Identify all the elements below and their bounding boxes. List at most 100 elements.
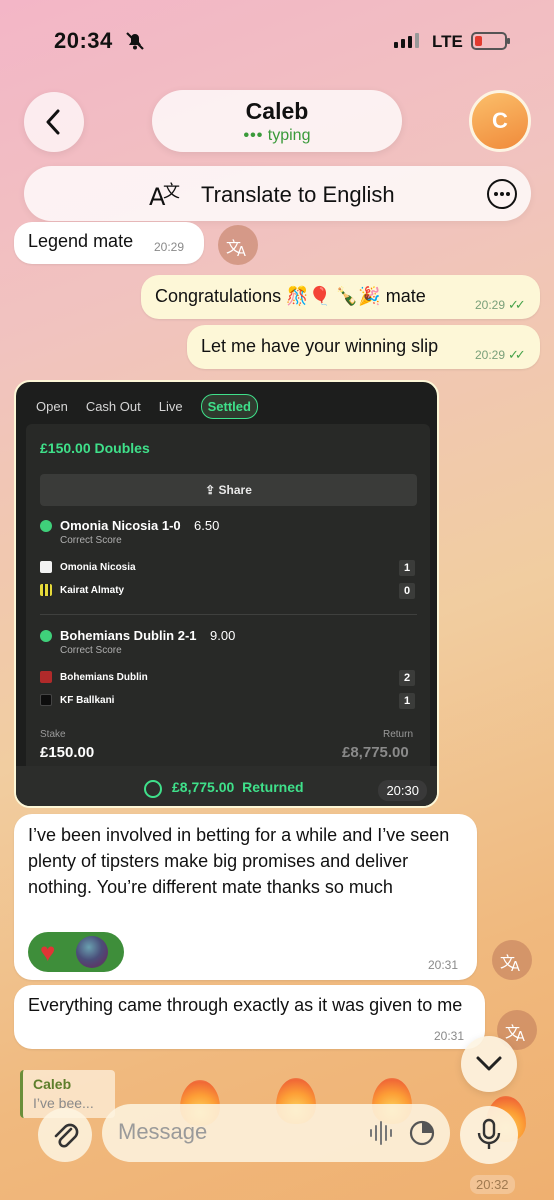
translate-icon: 文A [226, 238, 246, 257]
slip-title: £150.00 Doubles [40, 440, 150, 456]
team-score: 1 [399, 693, 415, 709]
returned-text: £8,775.00 Returned [172, 779, 304, 795]
check-circle-icon [144, 780, 162, 798]
waveform-icon[interactable] [368, 1120, 396, 1146]
check-icon [40, 630, 52, 642]
back-chevron-icon [46, 109, 60, 135]
leg-title: Bohemians Dublin 2-1 [60, 628, 197, 643]
stake-label: Stake [40, 729, 66, 740]
translate-label: Translate to English [201, 182, 395, 207]
jersey-icon [40, 694, 52, 706]
message-bubble[interactable]: Legend mate 20:29 [14, 222, 204, 264]
svg-text:A: A [237, 245, 246, 257]
check-icon [40, 520, 52, 532]
mic-button[interactable] [460, 1106, 518, 1164]
returned-bar: £8,775.00 Returned [16, 766, 437, 806]
chat-title[interactable]: Caleb ••• typing [152, 90, 402, 152]
bell-slash-icon [124, 30, 146, 52]
bet-slip: £150.00 Doubles ⇪ Share Omonia Nicosia 1… [26, 424, 430, 806]
typing-dots: ••• [243, 127, 264, 144]
message-bubble[interactable]: Let me have your winning slip 20:29 ✓✓ [187, 325, 540, 369]
message-text: Congratulations 🎊🎈 🍾🎉 mate [155, 286, 426, 306]
message-meta: 20:29 ✓✓ [475, 347, 526, 363]
message-text: Everything came through exactly as it wa… [28, 995, 463, 1015]
svg-text:文: 文 [163, 182, 180, 202]
translate-icon: 文A [500, 953, 520, 972]
message-text: Legend mate [28, 231, 134, 251]
message-time: 20:31 [434, 1029, 465, 1043]
svg-text:A: A [511, 960, 520, 972]
team-name: KF Ballkani [60, 695, 115, 706]
message-bubble[interactable]: Congratulations 🎊🎈 🍾🎉 mate 20:29 ✓✓ [141, 275, 540, 319]
reactor-avatar [76, 936, 108, 968]
message-time: 20:31 [428, 958, 459, 972]
jersey-icon [40, 671, 52, 683]
typing-status: ••• typing [152, 127, 402, 145]
share-label: Share [218, 483, 252, 497]
tab-settled: Settled [200, 394, 258, 419]
svg-text:A: A [516, 1030, 525, 1042]
returned-label: Returned [242, 779, 304, 795]
message-time: 20:29 [475, 348, 506, 362]
translate-message-button[interactable]: 文A [492, 940, 532, 980]
share-button: ⇪ Share [40, 474, 417, 506]
message-time: 20:30 [378, 780, 427, 801]
contact-name: Caleb [245, 98, 309, 124]
message-bubble[interactable]: Everything came through exactly as it wa… [14, 985, 485, 1049]
returned-amount: £8,775.00 [172, 779, 235, 795]
heart-icon: ♥ [40, 937, 56, 967]
chevron-down-icon [476, 1056, 502, 1071]
team-score: 2 [399, 670, 415, 686]
tab-cash-out: Cash Out [85, 399, 141, 414]
team-name: Bohemians Dublin [60, 672, 148, 683]
stake-value: £150.00 [40, 744, 95, 761]
attach-button[interactable] [38, 1108, 92, 1162]
message-input[interactable] [118, 1116, 348, 1148]
message-meta: 20:29 ✓✓ [475, 297, 526, 313]
translate-icon: A文 [149, 182, 180, 211]
signal-icon [394, 33, 419, 48]
jersey-icon [40, 584, 52, 596]
sticker-icon[interactable] [408, 1119, 436, 1147]
leg-odds: 9.00 [210, 628, 236, 643]
message-time: 20:32 [470, 1175, 515, 1194]
battery-icon [471, 32, 510, 50]
scroll-down-button[interactable] [461, 1036, 517, 1092]
reply-name: Caleb [33, 1076, 72, 1092]
more-icon[interactable] [487, 179, 517, 209]
avatar[interactable]: C [469, 90, 531, 152]
reaction-chip[interactable]: ♥ [28, 932, 124, 972]
translate-message-button[interactable]: 文A [218, 225, 258, 265]
message-text: Let me have your winning slip [201, 336, 439, 356]
read-ticks-icon: ✓✓ [508, 297, 526, 312]
tab-live: Live [158, 399, 183, 414]
attach-icon [54, 1123, 79, 1148]
leg-market: Correct Score [60, 535, 122, 546]
divider [40, 614, 417, 615]
leg-odds: 6.50 [194, 518, 220, 533]
return-value: £8,775.00 [342, 744, 409, 761]
jersey-icon [40, 561, 52, 573]
bet-tabs: Open Cash Out Live Settled [36, 394, 258, 419]
leg-title: Omonia Nicosia 1-0 [60, 518, 181, 533]
translate-bar[interactable]: A文 Translate to English [24, 166, 531, 221]
message-composer [102, 1104, 450, 1162]
message-bubble[interactable]: I’ve been involved in betting for a whil… [14, 814, 477, 980]
typing-label: typing [267, 127, 311, 144]
team-score: 1 [399, 560, 415, 576]
read-ticks-icon: ✓✓ [508, 347, 526, 362]
team-name: Kairat Almaty [60, 585, 125, 596]
share-icon: ⇪ [205, 483, 216, 497]
tab-open: Open [36, 399, 68, 414]
translate-icon: 文A [505, 1023, 525, 1042]
team-name: Omonia Nicosia [60, 562, 136, 573]
leg-market: Correct Score [60, 645, 122, 656]
mic-icon [477, 1118, 501, 1149]
back-button[interactable] [24, 92, 84, 152]
message-text: I’ve been involved in betting for a whil… [28, 825, 450, 897]
team-score: 0 [399, 583, 415, 599]
message-time: 20:29 [154, 240, 185, 254]
message-time: 20:29 [475, 298, 506, 312]
bet-slip-screenshot[interactable]: Open Cash Out Live Settled £150.00 Doubl… [14, 380, 439, 808]
status-time: 20:34 [54, 28, 113, 53]
